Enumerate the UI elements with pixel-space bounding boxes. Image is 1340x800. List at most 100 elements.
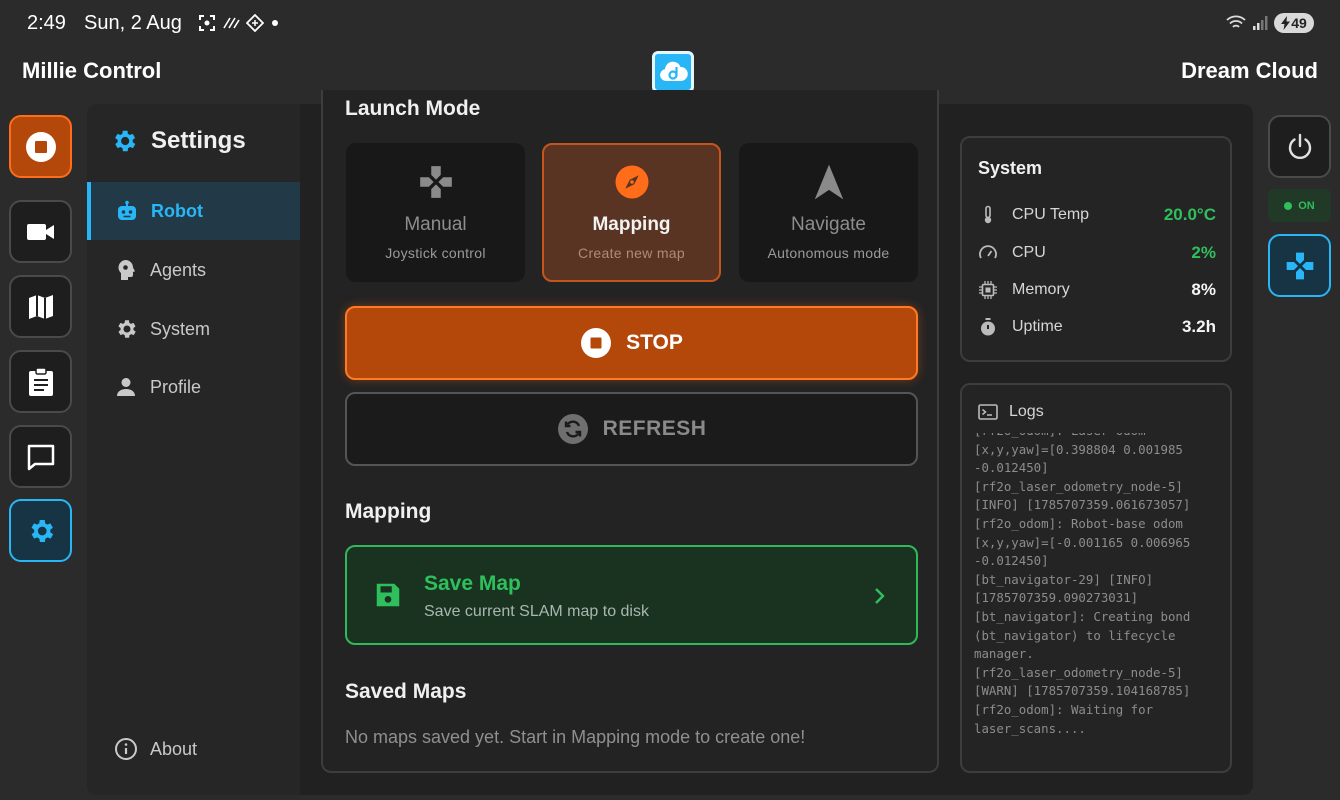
- battery-level: 49: [1291, 15, 1307, 31]
- mode-name: Navigate: [791, 214, 866, 235]
- battery-indicator: 49: [1274, 13, 1314, 33]
- cell-signal-icon: [1253, 16, 1268, 30]
- signal-slash-icon: [223, 17, 240, 29]
- dot-icon: [272, 20, 278, 26]
- mode-name: Mapping: [592, 214, 671, 235]
- map-icon: [28, 294, 53, 319]
- status-dot: [1284, 201, 1293, 210]
- logs-title: Logs: [1009, 403, 1044, 420]
- robot-settings-content[interactable]: Launch Mode Manual Joystick control Mapp…: [321, 90, 939, 773]
- cloud-logo-icon: [652, 51, 694, 93]
- system-card: System CPU Temp 20.0°C CPU 2% Memory 8% …: [960, 136, 1232, 362]
- metric-label: Memory: [1012, 281, 1070, 298]
- nav-item-label: Robot: [151, 200, 203, 221]
- saved-maps-empty: No maps saved yet. Start in Mapping mode…: [345, 727, 806, 747]
- gamepad-icon: [419, 166, 452, 198]
- app-title: Millie Control: [22, 58, 162, 83]
- save-map-button[interactable]: Save Map Save current SLAM map to disk: [345, 545, 918, 645]
- terminal-icon: [978, 404, 998, 420]
- metric-value: 20.0°C: [1163, 205, 1216, 224]
- gear-icon: [115, 130, 136, 152]
- refresh-icon: [557, 414, 588, 444]
- metric-label: Uptime: [1012, 318, 1063, 335]
- map-button[interactable]: [9, 275, 72, 338]
- refresh-label: REFRESH: [602, 417, 707, 440]
- system-title: System: [978, 158, 1043, 178]
- nav-item-label: Agents: [150, 259, 207, 280]
- mode-desc: Joystick control: [385, 245, 486, 261]
- logs-card[interactable]: Logs [rf2o_odom]: Laser odom [x,y,yaw]=[…: [960, 383, 1232, 773]
- metric-value: 3.2h: [1181, 317, 1216, 336]
- clipboard-icon: [28, 366, 53, 396]
- mode-name: Manual: [404, 214, 467, 235]
- thermometer-icon: [984, 205, 992, 224]
- save-map-title: Save Map: [424, 572, 521, 595]
- metric-label: CPU: [1012, 244, 1046, 261]
- mode-desc: Create new map: [578, 245, 685, 261]
- stop-button[interactable]: STOP: [345, 306, 918, 380]
- power-icon: [1288, 133, 1311, 159]
- stop-icon: [581, 328, 612, 358]
- settings-title: Settings: [151, 127, 246, 154]
- chevron-right-icon: [875, 588, 885, 604]
- settings-header: Settings: [110, 127, 246, 155]
- nav-item-label: Profile: [150, 376, 202, 397]
- refresh-button[interactable]: REFRESH: [345, 392, 918, 466]
- mode-desc: Autonomous mode: [767, 245, 890, 261]
- cloud-title: Dream Cloud: [1181, 58, 1318, 83]
- system-tray: 49: [1226, 13, 1314, 33]
- person-icon: [117, 378, 135, 396]
- emergency-stop-button[interactable]: [9, 115, 72, 178]
- mode-mapping-card[interactable]: Mapping Create new map: [542, 143, 721, 282]
- gear-icon: [31, 519, 53, 542]
- settings-button[interactable]: [9, 499, 72, 562]
- save-map-desc: Save current SLAM map to disk: [424, 603, 649, 620]
- floppy-disk-icon: [376, 583, 400, 607]
- mode-manual-card[interactable]: Manual Joystick control: [346, 143, 525, 282]
- diamond-icon: [246, 14, 264, 32]
- tasks-button[interactable]: [9, 350, 72, 413]
- timer-icon: [981, 318, 995, 336]
- brain-head-icon: [118, 260, 135, 280]
- chat-button[interactable]: [9, 425, 72, 488]
- info-icon: [115, 738, 137, 760]
- metric-value: 8%: [1191, 280, 1216, 299]
- metric-label: CPU Temp: [1012, 206, 1090, 223]
- gamepad-icon: [1286, 252, 1313, 279]
- nav-item-label: System: [150, 318, 211, 339]
- nav-item-system[interactable]: System: [87, 300, 300, 358]
- robot-icon: [118, 200, 136, 220]
- power-status-label: ON: [1298, 199, 1315, 212]
- status-time: 2:49: [27, 12, 66, 34]
- logs-text: [rf2o_odom]: Laser odom [x,y,yaw]=[0.398…: [974, 433, 1191, 736]
- nav-item-robot[interactable]: Robot: [87, 182, 300, 240]
- launch-mode-title: Launch Mode: [345, 97, 481, 120]
- saved-maps-title: Saved Maps: [345, 680, 467, 703]
- metric-cpu-temp: CPU Temp 20.0°C: [978, 203, 1216, 227]
- camera-button[interactable]: [9, 200, 72, 263]
- metric-memory: Memory 8%: [978, 278, 1216, 302]
- wifi-icon: [1226, 15, 1246, 28]
- mode-navigate-card[interactable]: Navigate Autonomous mode: [739, 143, 918, 282]
- logs-header: Logs: [978, 403, 1044, 421]
- screenshot-icon: [199, 15, 215, 31]
- nav-item-about[interactable]: About: [87, 720, 300, 778]
- mapping-title: Mapping: [345, 500, 432, 523]
- logs-output[interactable]: [rf2o_odom]: Laser odom [x,y,yaw]=[0.398…: [974, 433, 1222, 745]
- metric-uptime: Uptime 3.2h: [978, 315, 1216, 339]
- power-status-badge: ON: [1268, 189, 1331, 222]
- notification-icons: [198, 14, 280, 32]
- power-button[interactable]: [1268, 115, 1331, 178]
- nav-item-agents[interactable]: Agents: [87, 241, 300, 299]
- joystick-button[interactable]: [1268, 234, 1331, 297]
- navigation-arrow-icon: [814, 164, 843, 200]
- gear-icon: [118, 320, 136, 338]
- nav-item-profile[interactable]: Profile: [87, 358, 300, 416]
- stop-icon: [25, 131, 56, 162]
- bolt-icon: [1281, 16, 1291, 30]
- videocam-icon: [26, 223, 54, 240]
- chat-icon: [27, 444, 54, 470]
- compass-icon: [615, 165, 648, 199]
- about-label: About: [150, 738, 198, 759]
- metric-cpu: CPU 2%: [978, 241, 1216, 265]
